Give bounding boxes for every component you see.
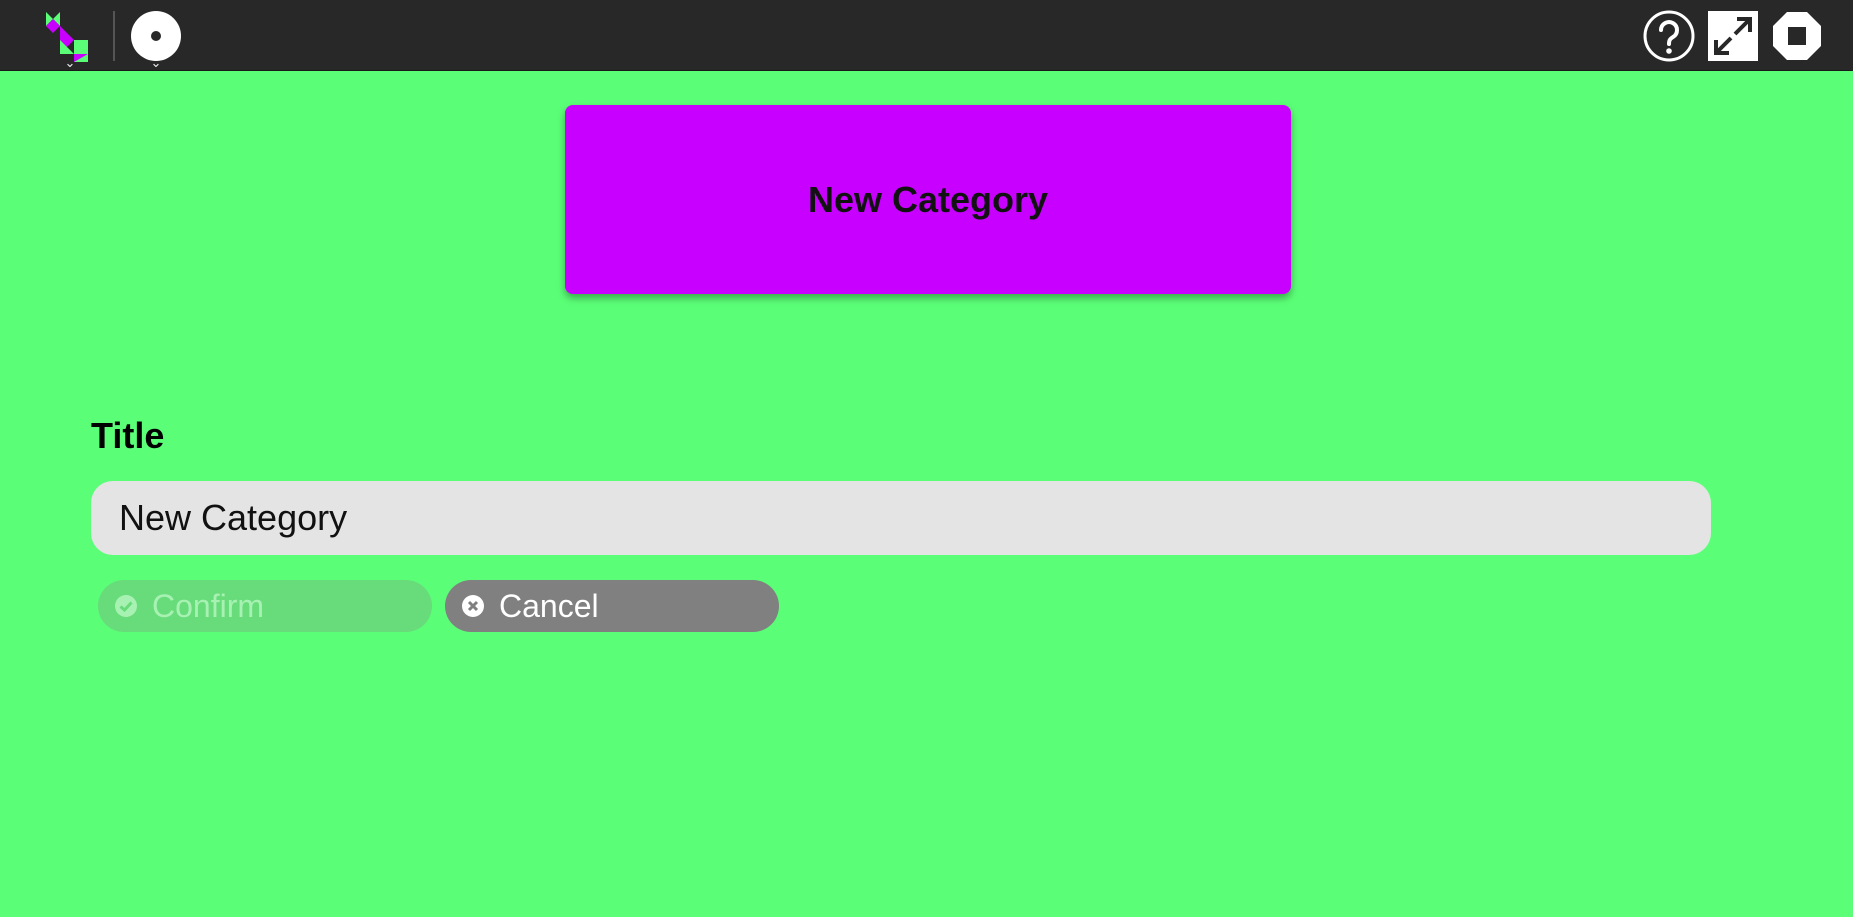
toolbar-left: ⌄ ⌄: [40, 10, 183, 69]
toolbar-divider: [113, 11, 115, 61]
category-header-title: New Category: [807, 178, 1049, 220]
record-button[interactable]: ⌄: [129, 10, 183, 69]
help-icon: [1643, 10, 1695, 62]
title-label: Title: [91, 415, 165, 456]
stop-button[interactable]: [1771, 10, 1823, 62]
help-button[interactable]: [1643, 10, 1695, 62]
toolbar: ⌄ ⌄: [0, 0, 1853, 71]
fullscreen-button[interactable]: [1707, 10, 1759, 62]
chevron-down-icon: ⌄: [150, 55, 162, 70]
category-header-tile: New Category: [565, 105, 1291, 294]
check-circle-icon: [114, 594, 138, 618]
cancel-button[interactable]: Cancel: [445, 580, 779, 632]
title-input[interactable]: [91, 481, 1711, 555]
activity-button[interactable]: ⌄: [40, 10, 100, 69]
confirm-button[interactable]: Confirm: [98, 580, 432, 632]
fullscreen-icon: [1708, 11, 1758, 61]
chevron-down-icon: ⌄: [64, 55, 76, 70]
close-circle-icon: [461, 594, 485, 618]
confirm-label: Confirm: [152, 587, 265, 624]
stop-icon: [1773, 12, 1821, 60]
cancel-label: Cancel: [499, 587, 599, 624]
toolbar-right: [1643, 10, 1823, 62]
